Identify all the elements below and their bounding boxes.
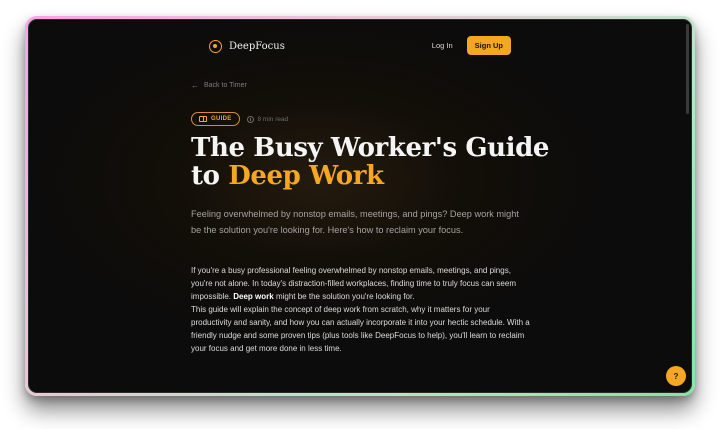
read-time-label: 8 min read: [257, 115, 289, 123]
article-meta: GUIDE 8 min read: [191, 112, 288, 126]
scrollbar[interactable]: [686, 24, 689, 114]
back-link-label: Back to Timer: [204, 82, 247, 89]
browser-frame: DeepFocus Log In Sign Up ← Back to Timer…: [25, 16, 695, 396]
target-icon: [209, 40, 222, 53]
article-body: If you're a busy professional feeling ov…: [191, 264, 531, 355]
article-subtitle: Feeling overwhelmed by nonstop emails, m…: [191, 209, 519, 235]
clock-icon: [246, 115, 254, 123]
brand-name: DeepFocus: [229, 41, 285, 52]
paragraph-2: This guide will explain the concept of d…: [191, 305, 530, 353]
login-link[interactable]: Log In: [432, 41, 453, 50]
title-line-2-prefix: to: [191, 161, 229, 191]
title-accent: Deep Work: [228, 161, 384, 191]
badge-label: GUIDE: [211, 116, 232, 122]
article-title: The Busy Worker's Guide to Deep Work: [191, 134, 549, 190]
nav-actions: Log In Sign Up: [432, 36, 511, 55]
back-to-timer-link[interactable]: ← Back to Timer: [191, 81, 247, 90]
bold-term: Deep work: [233, 292, 274, 301]
brand-logo[interactable]: DeepFocus: [209, 40, 285, 53]
signup-button[interactable]: Sign Up: [466, 36, 511, 55]
help-button[interactable]: ?: [666, 366, 686, 386]
book-icon: [199, 116, 207, 122]
title-line-1: The Busy Worker's Guide: [191, 133, 550, 163]
guide-badge: GUIDE: [191, 112, 240, 126]
paragraph-1: If you're a busy professional feeling ov…: [191, 266, 516, 301]
read-time: 8 min read: [246, 115, 289, 123]
page-window: DeepFocus Log In Sign Up ← Back to Timer…: [28, 19, 692, 393]
arrow-left-icon: ←: [191, 81, 199, 90]
